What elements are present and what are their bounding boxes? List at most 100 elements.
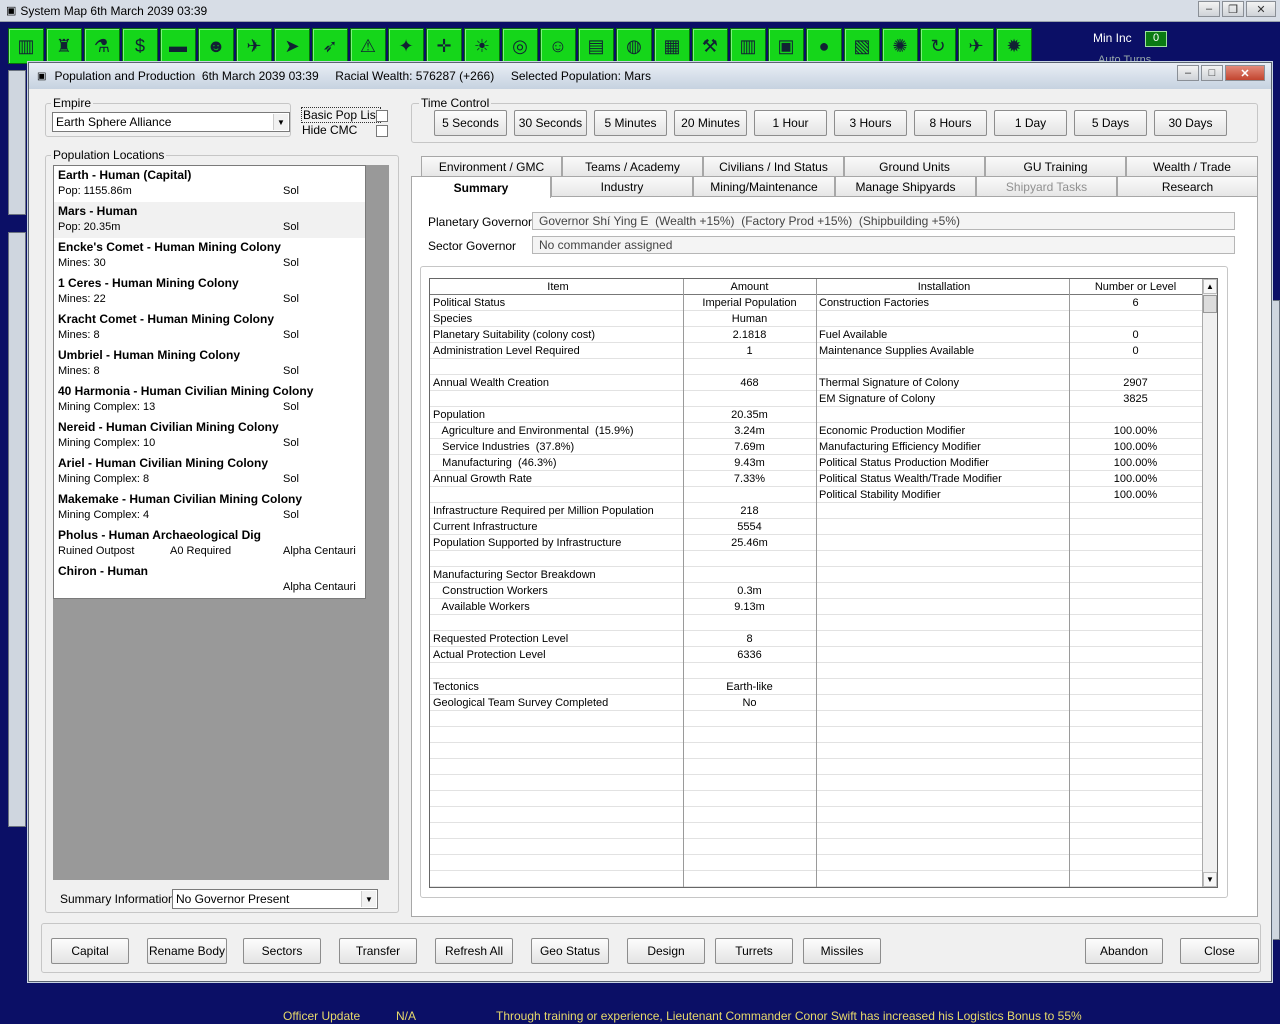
population-item[interactable]: 1 Ceres - Human Mining Colony Mines: 22 So…	[54, 274, 365, 310]
time-button-9[interactable]: 30 Days	[1154, 110, 1227, 136]
population-item[interactable]: Ariel - Human Civilian Mining Colony Mini…	[54, 454, 365, 490]
bottom-button-rename-body[interactable]: Rename Body	[147, 938, 227, 964]
population-item[interactable]: Pholus - Human Archaeological Dig Ruined …	[54, 526, 365, 562]
tie-ship-icon[interactable]: ✦	[388, 28, 424, 64]
refresh-icon[interactable]: ↻	[920, 28, 956, 64]
close-button[interactable]: Close	[1180, 938, 1259, 964]
minimize-icon[interactable]: –	[1177, 65, 1199, 81]
ship-icon[interactable]: ➤	[274, 28, 310, 64]
star-badge-icon[interactable]: ✹	[996, 28, 1032, 64]
bottom-button-sectors[interactable]: Sectors	[243, 938, 321, 964]
population-list[interactable]: Earth - Human (Capital) Pop: 1155.86m Sol M…	[53, 165, 366, 599]
restore-icon[interactable]: ❐	[1222, 1, 1244, 17]
bottom-button-turrets[interactable]: Turrets	[715, 938, 793, 964]
close-icon[interactable]: ✕	[1225, 65, 1265, 81]
bottom-button-geo-status[interactable]: Geo Status	[531, 938, 609, 964]
time-button-2[interactable]: 5 Minutes	[594, 110, 667, 136]
planet-icon[interactable]: ●	[806, 28, 842, 64]
population-item[interactable]: 40 Harmonia - Human Civilian Mining Colo…	[54, 382, 365, 418]
alien-icon[interactable]: ☺	[540, 28, 576, 64]
abandon-button[interactable]: Abandon	[1085, 938, 1163, 964]
bottom-button-capital[interactable]: Capital	[51, 938, 129, 964]
sun-icon[interactable]: ☀	[464, 28, 500, 64]
population-item[interactable]: Kracht Comet - Human Mining Colony Mines:…	[54, 310, 365, 346]
bottom-button-missiles[interactable]: Missiles	[803, 938, 881, 964]
graph-icon[interactable]: ▧	[844, 28, 880, 64]
tank-icon[interactable]: ▬	[160, 28, 196, 64]
flask-icon[interactable]: ⚗	[84, 28, 120, 64]
plane-icon[interactable]: ✈	[958, 28, 994, 64]
grid-header-item[interactable]: Item	[433, 279, 683, 295]
book-icon[interactable]: ▤	[578, 28, 614, 64]
target-icon[interactable]: ✛	[426, 28, 462, 64]
population-item[interactable]: Encke's Comet - Human Mining Colony Mines…	[54, 238, 365, 274]
planetary-governor-field[interactable]: Governor Shí Ying E (Wealth +15%) (Facto…	[532, 212, 1235, 230]
time-button-8[interactable]: 5 Days	[1074, 110, 1147, 136]
basic-pop-list-checkbox[interactable]	[376, 110, 388, 122]
sector-governor-field[interactable]: No commander assigned	[532, 236, 1235, 254]
tab-row2-5[interactable]: Research	[1117, 176, 1258, 196]
time-button-7[interactable]: 1 Day	[994, 110, 1067, 136]
missile-icon[interactable]: ➶	[312, 28, 348, 64]
tab-row1-4[interactable]: GU Training	[985, 156, 1126, 176]
hazard-icon[interactable]: ⚠	[350, 28, 386, 64]
time-button-5[interactable]: 3 Hours	[834, 110, 907, 136]
grid-header-installation[interactable]: Installation	[819, 279, 1069, 295]
grid-scrollbar[interactable]	[1202, 279, 1217, 887]
city-icon[interactable]: ▥	[8, 28, 44, 64]
tab-row1-1[interactable]: Teams / Academy	[562, 156, 703, 176]
barrels-icon[interactable]: ▦	[654, 28, 690, 64]
factory-icon[interactable]: ♜	[46, 28, 82, 64]
min-inc-value[interactable]: 0	[1145, 31, 1167, 47]
commander-icon[interactable]: ☻	[198, 28, 234, 64]
radar-icon[interactable]: ◎	[502, 28, 538, 64]
fighter-icon[interactable]: ✈	[236, 28, 272, 64]
tab-row2-3[interactable]: Manage Shipyards	[835, 176, 976, 196]
wrench-icon[interactable]: ⚒	[692, 28, 728, 64]
tab-row1-5[interactable]: Wealth / Trade	[1126, 156, 1258, 176]
bottom-button-refresh-all[interactable]: Refresh All	[435, 938, 513, 964]
tab-row2-4[interactable]: Shipyard Tasks	[976, 176, 1117, 196]
tab-row2-2[interactable]: Mining/Maintenance	[693, 176, 835, 196]
time-button-0[interactable]: 5 Seconds	[434, 110, 507, 136]
bottom-button-transfer[interactable]: Transfer	[339, 938, 417, 964]
globe-icon[interactable]: ◍	[616, 28, 652, 64]
population-item[interactable]: Nereid - Human Civilian Mining Colony Min…	[54, 418, 365, 454]
tab-row1-3[interactable]: Ground Units	[844, 156, 985, 176]
population-detail: Mining Complex: 13	[58, 401, 156, 413]
grid-header-number-or-level[interactable]: Number or Level	[1069, 279, 1202, 295]
tab-row2-0[interactable]: Summary	[411, 176, 551, 198]
money-bag-icon[interactable]: $	[122, 28, 158, 64]
time-button-3[interactable]: 20 Minutes	[674, 110, 747, 136]
close-icon[interactable]: ✕	[1246, 1, 1276, 17]
tab-row2-1[interactable]: Industry	[551, 176, 693, 196]
time-button-4[interactable]: 1 Hour	[754, 110, 827, 136]
bottom-button-design[interactable]: Design	[627, 938, 705, 964]
chevron-down-icon[interactable]: ▼	[273, 114, 288, 130]
network-icon[interactable]: ✺	[882, 28, 918, 64]
time-button-6[interactable]: 8 Hours	[914, 110, 987, 136]
hide-cmc-checkbox[interactable]	[376, 125, 388, 137]
population-item[interactable]: Mars - Human Pop: 20.35m Sol	[54, 202, 365, 238]
population-item[interactable]: Chiron - Human Alpha Centauri	[54, 562, 365, 598]
time-button-1[interactable]: 30 Seconds	[514, 110, 587, 136]
scroll-up-icon[interactable]: ▲	[1203, 279, 1217, 294]
grid-header-amount[interactable]: Amount	[683, 279, 816, 295]
maximize-icon[interactable]: □	[1201, 65, 1223, 81]
empire-select[interactable]: Earth Sphere Alliance ▼	[52, 112, 290, 132]
circuit-icon[interactable]: ▣	[768, 28, 804, 64]
scrollbar-thumb[interactable]	[1203, 295, 1217, 313]
population-item[interactable]: Earth - Human (Capital) Pop: 1155.86m Sol	[54, 166, 365, 202]
tab-row1-0[interactable]: Environment / GMC	[421, 156, 562, 176]
minimize-icon[interactable]: –	[1198, 1, 1220, 17]
population-item[interactable]: Umbriel - Human Mining Colony Mines: 8 Sol	[54, 346, 365, 382]
summary-information-value: No Governor Present	[176, 892, 290, 906]
buildings-icon[interactable]: ▥	[730, 28, 766, 64]
population-system: Sol	[283, 329, 299, 341]
population-item[interactable]: Makemake - Human Civilian Mining Colony M…	[54, 490, 365, 526]
chevron-down-icon[interactable]: ▼	[361, 891, 376, 907]
scroll-down-icon[interactable]: ▼	[1203, 872, 1217, 887]
tab-row1-2[interactable]: Civilians / Ind Status	[703, 156, 844, 176]
summary-information-select[interactable]: No Governor Present ▼	[172, 889, 378, 909]
summary-grid[interactable]: Item Amount Installation Number or Level…	[429, 278, 1218, 888]
